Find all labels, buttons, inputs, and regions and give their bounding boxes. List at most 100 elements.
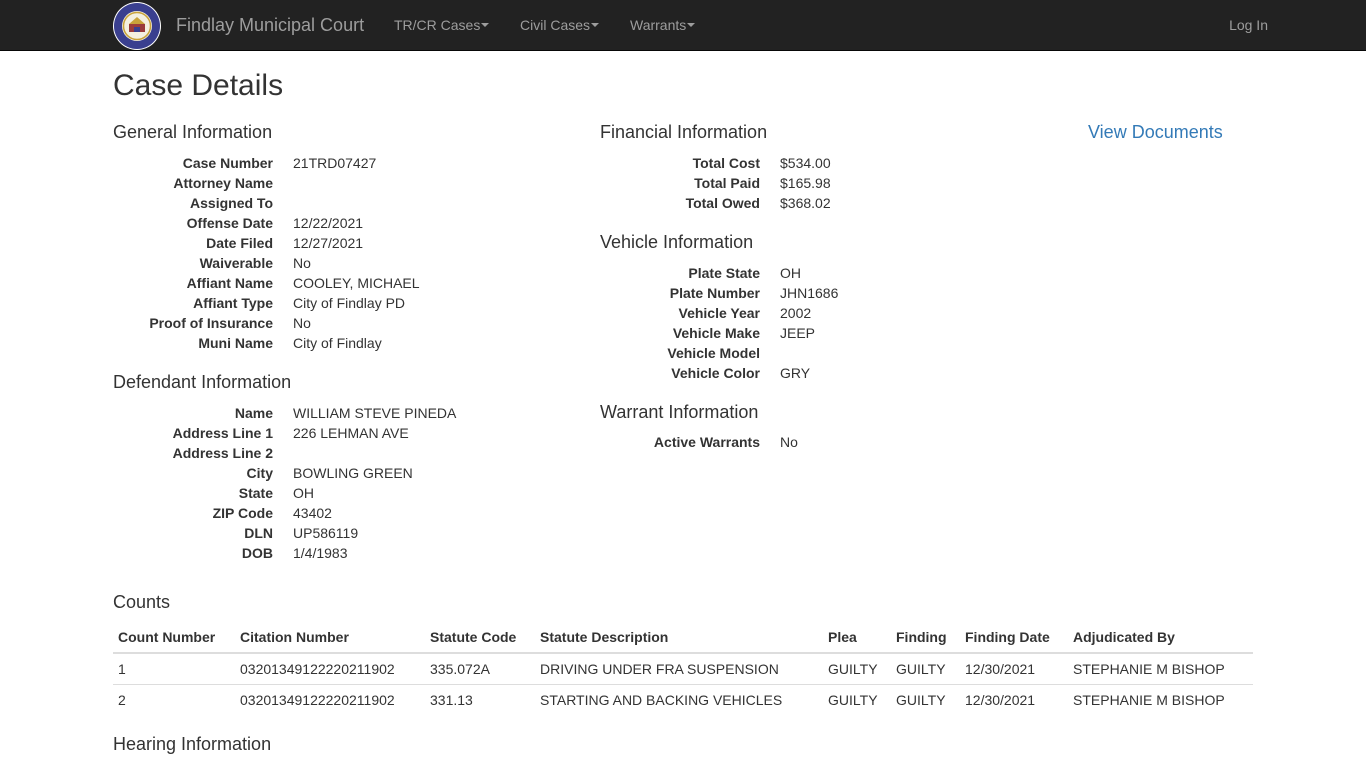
menu-label: TR/CR Cases [394,17,481,33]
table-cell: 12/30/2021 [960,652,1068,685]
info-row: Muni Name City of Findlay [113,333,553,353]
info-value: 21TRD07427 [293,155,377,171]
info-row: State OH [113,483,553,503]
column-header: Adjudicated By [1068,622,1253,654]
info-label: Total Paid [694,175,760,191]
info-label: Date Filed [206,235,273,251]
defendant-information-list: Name WILLIAM STEVE PINEDA Address Line 1 2… [113,403,553,563]
info-row: Plate State OH [600,263,1040,283]
info-value: $534.00 [780,155,831,171]
info-value: 226 LEHMAN AVE [293,425,409,441]
table-row: 2 03201349122220211902 331.13 STARTING A… [113,684,1253,716]
info-row: Address Line 1 226 LEHMAN AVE [113,423,553,443]
info-label: Total Owed [685,195,760,211]
info-value: 12/27/2021 [293,235,364,251]
menu-warrants[interactable]: Warrants [630,16,696,34]
column-header: Finding [891,622,960,654]
info-label: Muni Name [198,335,273,351]
info-row: Offense Date 12/22/2021 [113,213,553,233]
info-label: Active Warrants [653,434,760,450]
info-value: 12/22/2021 [293,215,364,231]
column-header: Citation Number [235,622,425,654]
info-value: JEEP [780,325,816,341]
table-cell: GUILTY [891,652,960,685]
info-row: Total Paid $165.98 [600,173,1040,193]
info-label: Address Line 1 [172,425,273,441]
info-row: Vehicle Color GRY [600,363,1040,383]
warrant-information-list: Active Warrants No [600,432,1040,452]
info-value: $165.98 [780,175,831,191]
info-value: 2002 [780,305,812,321]
navbar: Findlay Municipal Court TR/CR Cases Civi… [0,0,1366,51]
table-cell: 03201349122220211902 [235,652,425,685]
defendant-information-heading: Defendant Information [113,372,292,392]
info-row: Vehicle Year 2002 [600,303,1040,323]
info-label: Case Number [182,155,273,171]
brand-title[interactable]: Findlay Municipal Court [176,15,364,35]
info-label: Vehicle Model [667,345,760,361]
info-value: No [780,434,798,450]
table-cell: DRIVING UNDER FRA SUSPENSION [535,652,823,685]
menu-label: Civil Cases [520,17,591,33]
info-label: Vehicle Make [672,325,760,341]
info-value: COOLEY, MICHAEL [293,275,420,291]
info-value: $368.02 [780,195,831,211]
info-label: DLN [244,525,273,541]
info-value: OH [780,265,801,281]
info-label: Total Cost [692,155,760,171]
info-label: DOB [241,545,273,561]
table-cell: 1 [113,652,235,685]
table-cell: 335.072A [425,652,535,685]
login-link[interactable]: Log In [1229,16,1268,34]
info-label: ZIP Code [212,505,273,521]
info-value: 43402 [293,505,332,521]
info-row: Proof of Insurance No [113,313,553,333]
info-value: City of Findlay PD [293,295,406,311]
info-label: Plate Number [669,285,760,301]
info-label: Vehicle Year [678,305,760,321]
caret-down-icon [481,23,490,28]
info-row: Total Owed $368.02 [600,193,1040,213]
table-cell: 12/30/2021 [960,684,1068,716]
menu-trcr-cases[interactable]: TR/CR Cases [394,16,490,34]
table-cell: GUILTY [823,684,891,716]
table-cell: 331.13 [425,684,535,716]
info-label: Name [234,405,273,421]
info-row: Waiverable No [113,253,553,273]
menu-label: Warrants [630,17,687,33]
caret-down-icon [591,23,600,28]
column-header: Plea [823,622,891,654]
menu-civil-cases[interactable]: Civil Cases [520,16,600,34]
info-row: Vehicle Model [600,343,1040,363]
info-row: Assigned To [113,193,553,213]
general-information-list: Case Number 21TRD07427 Attorney Name Assi… [113,153,553,353]
info-label: Plate State [688,265,760,281]
info-label: Proof of Insurance [149,315,273,331]
counts-heading: Counts [113,592,171,612]
info-value: WILLIAM STEVE PINEDA [293,405,457,421]
info-label: Waiverable [199,255,273,271]
info-label: Vehicle Color [671,365,760,381]
info-value: BOWLING GREEN [293,465,413,481]
column-header: Statute Code [425,622,535,654]
page-title: Case Details [113,69,284,102]
hearing-information-heading: Hearing Information [113,734,272,754]
financial-information-list: Total Cost $534.00 Total Paid $165.98 Tota… [600,153,1040,213]
city-seal-logo[interactable] [113,2,161,50]
info-value: City of Findlay [293,335,382,351]
info-row: Affiant Name COOLEY, MICHAEL [113,273,553,293]
column-header: Finding Date [960,622,1068,654]
info-row: Affiant Type City of Findlay PD [113,293,553,313]
info-value: GRY [780,365,811,381]
info-row: DOB 1/4/1983 [113,543,553,563]
view-documents-link[interactable]: View Documents [1088,121,1223,143]
table-cell: 2 [113,684,235,716]
info-label: Assigned To [190,195,273,211]
info-row: Vehicle Make JEEP [600,323,1040,343]
info-value: OH [293,485,314,501]
info-row: Case Number 21TRD07427 [113,153,553,173]
vehicle-information-heading: Vehicle Information [600,232,754,252]
vehicle-information-list: Plate State OH Plate Number JHN1686 Vehicl… [600,263,1040,383]
column-header: Count Number [113,622,235,654]
info-label: Attorney Name [173,175,273,191]
